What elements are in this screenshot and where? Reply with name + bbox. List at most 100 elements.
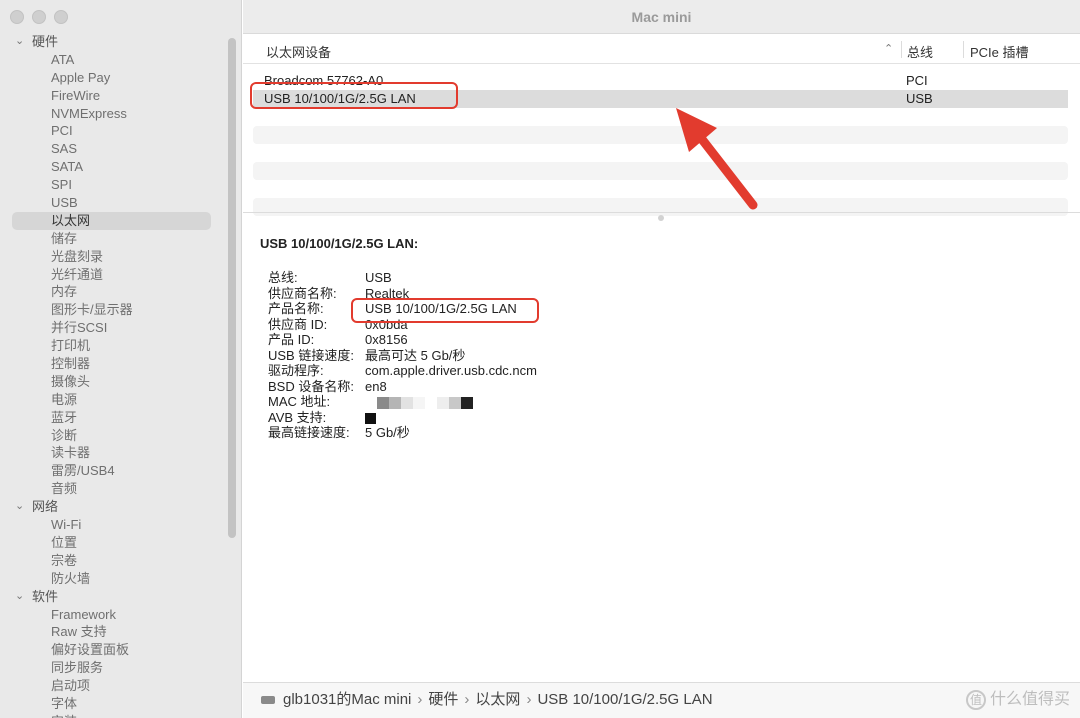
sidebar: ⌄ 硬件 ATA Apple Pay FireWire NVMExpress PCI SAS S… (0, 0, 242, 718)
detail-key: BSD 设备名称: (268, 378, 354, 394)
chevron-down-icon[interactable]: ⌄ (15, 33, 24, 51)
sidebar-group-label: 硬件 (32, 34, 59, 49)
highlight-box-table-row (250, 82, 458, 109)
sidebar-item[interactable]: 字体 (0, 695, 228, 713)
detail-value (365, 410, 376, 426)
sidebar-item[interactable]: SPI (0, 176, 228, 194)
sidebar-group[interactable]: ⌄ 网络 (0, 498, 228, 516)
column-header-slot[interactable]: PCIe 插槽 (970, 42, 1029, 61)
detail-key: 产品名称: (268, 301, 324, 316)
chevron-down-icon[interactable]: ⌄ (15, 588, 24, 606)
column-divider (963, 41, 964, 58)
sidebar-tree: ⌄ 硬件 ATA Apple Pay FireWire NVMExpress PCI SAS S… (0, 33, 228, 718)
device-bus: USB (906, 91, 933, 106)
detail-value: 最高可达 5 Gb/秒 (365, 347, 466, 363)
sidebar-item[interactable]: 光纤通道 (0, 266, 228, 284)
sidebar-item[interactable]: Raw 支持 (0, 623, 228, 641)
sidebar-item[interactable]: 安装 (0, 713, 228, 718)
sidebar-item[interactable]: FireWire (0, 87, 228, 105)
sidebar-item[interactable]: 位置 (0, 534, 228, 552)
sidebar-item[interactable]: 宗卷 (0, 552, 228, 570)
sidebar-item[interactable]: 摄像头 (0, 373, 228, 391)
sidebar-item[interactable]: NVMExpress (0, 105, 228, 123)
detail-key: USB 链接速度: (268, 347, 354, 363)
sidebar-item[interactable]: 音频 (0, 480, 228, 498)
table-header: 以太网设备 ⌃ 总线 PCIe 插槽 (243, 34, 1080, 64)
chevron-down-icon[interactable]: ⌄ (15, 498, 24, 516)
split-grip-icon[interactable] (658, 215, 664, 221)
sidebar-item[interactable]: 并行SCSI (0, 319, 228, 337)
detail-key: 驱动程序: (268, 363, 324, 378)
path-segment[interactable]: USB 10/100/1G/2.5G LAN (537, 691, 712, 708)
close-window-button[interactable] (10, 10, 24, 24)
empty-row-stripe (253, 162, 1068, 180)
mac-mini-icon (261, 696, 275, 705)
detail-title: USB 10/100/1G/2.5G LAN: (260, 236, 419, 251)
path-segment[interactable]: 硬件 (428, 691, 458, 708)
sidebar-item[interactable]: 雷雳/USB4 (0, 462, 228, 480)
sidebar-item[interactable]: 储存 (0, 230, 228, 248)
sidebar-item[interactable]: 读卡器 (0, 444, 228, 462)
sidebar-item[interactable]: 防火墙 (0, 570, 228, 588)
sidebar-item[interactable]: 图形卡/显示器 (0, 301, 228, 319)
detail-key: 最高链接速度: (268, 425, 350, 440)
red-arrow-icon (676, 108, 758, 210)
detail-value: 5 Gb/秒 (365, 425, 410, 440)
sidebar-item[interactable]: 同步服务 (0, 659, 228, 677)
sidebar-item[interactable]: 打印机 (0, 337, 228, 355)
detail-key: MAC 地址: (268, 394, 331, 409)
sidebar-item[interactable]: SAS (0, 140, 228, 158)
detail-key: 总线: (268, 270, 298, 285)
path-segment[interactable]: glb1031的Mac mini (283, 691, 411, 708)
main-panel: Mac mini 以太网设备 ⌃ 总线 PCIe 插槽 Broadcom 577… (243, 0, 1080, 718)
sidebar-item[interactable]: Wi-Fi (0, 516, 228, 534)
sidebar-group-label: 软件 (32, 588, 59, 604)
sidebar-group[interactable]: ⌄ 硬件 (0, 33, 228, 51)
detail-key: 产品 ID: (268, 332, 315, 347)
sidebar-item[interactable]: SATA (0, 158, 228, 176)
sidebar-item[interactable]: 电源 (0, 391, 228, 409)
sidebar-item[interactable]: 诊断 (0, 427, 228, 445)
device-bus: PCI (906, 73, 928, 88)
empty-row-stripe (253, 198, 1068, 216)
detail-value (365, 394, 473, 410)
watermark-text: 什么值得买 (989, 691, 1070, 709)
sidebar-item[interactable]: ATA (0, 51, 228, 69)
path-segment[interactable]: 以太网 (475, 691, 520, 708)
path-bar: glb1031的Mac mini › 硬件 › 以太网 › USB 10/100/1G/2.… (243, 682, 1080, 718)
zoom-window-button[interactable] (54, 10, 68, 24)
sidebar-item[interactable]: Apple Pay (0, 69, 228, 87)
column-header-name[interactable]: 以太网设备 (266, 42, 331, 61)
detail-key: AVB 支持: (268, 409, 327, 425)
sidebar-item[interactable]: Framework (0, 606, 228, 624)
detail-key: 供应商名称: (268, 285, 337, 301)
split-divider[interactable] (243, 212, 1080, 213)
sidebar-group[interactable]: ⌄ 软件 (0, 588, 228, 606)
sidebar-item[interactable]: 偏好设置面板 (0, 641, 228, 659)
sidebar-group-label: 网络 (32, 499, 59, 515)
sidebar-item[interactable]: 启动项 (0, 677, 228, 695)
detail-value: en8 (365, 378, 387, 394)
sidebar-item[interactable]: 以太网 (12, 211, 211, 230)
redacted-mac-address (365, 396, 473, 409)
column-header-bus[interactable]: 总线 (907, 42, 933, 61)
watermark-logo-icon: 值 (965, 690, 986, 710)
redacted-value (365, 412, 376, 424)
window-controls (10, 10, 68, 24)
empty-row-stripe (253, 126, 1068, 144)
sidebar-scrollbar[interactable] (228, 38, 236, 538)
watermark: 值什么值得买 (965, 685, 1070, 710)
sidebar-item[interactable]: 光盘刻录 (0, 248, 228, 266)
column-divider (901, 41, 902, 58)
path-separator: › (417, 691, 423, 708)
detail-key: 供应商 ID: (268, 316, 328, 332)
sidebar-item[interactable]: 控制器 (0, 355, 228, 373)
sort-ascending-icon[interactable]: ⌃ (884, 42, 893, 55)
minimize-window-button[interactable] (32, 10, 46, 24)
sidebar-item[interactable]: 蓝牙 (0, 409, 228, 427)
sidebar-item[interactable]: PCI (0, 122, 228, 140)
sidebar-item[interactable]: 内存 (0, 283, 228, 301)
sidebar-item[interactable]: USB (0, 194, 228, 212)
path-separator: › (464, 691, 470, 708)
highlight-box-product-name (351, 298, 539, 323)
